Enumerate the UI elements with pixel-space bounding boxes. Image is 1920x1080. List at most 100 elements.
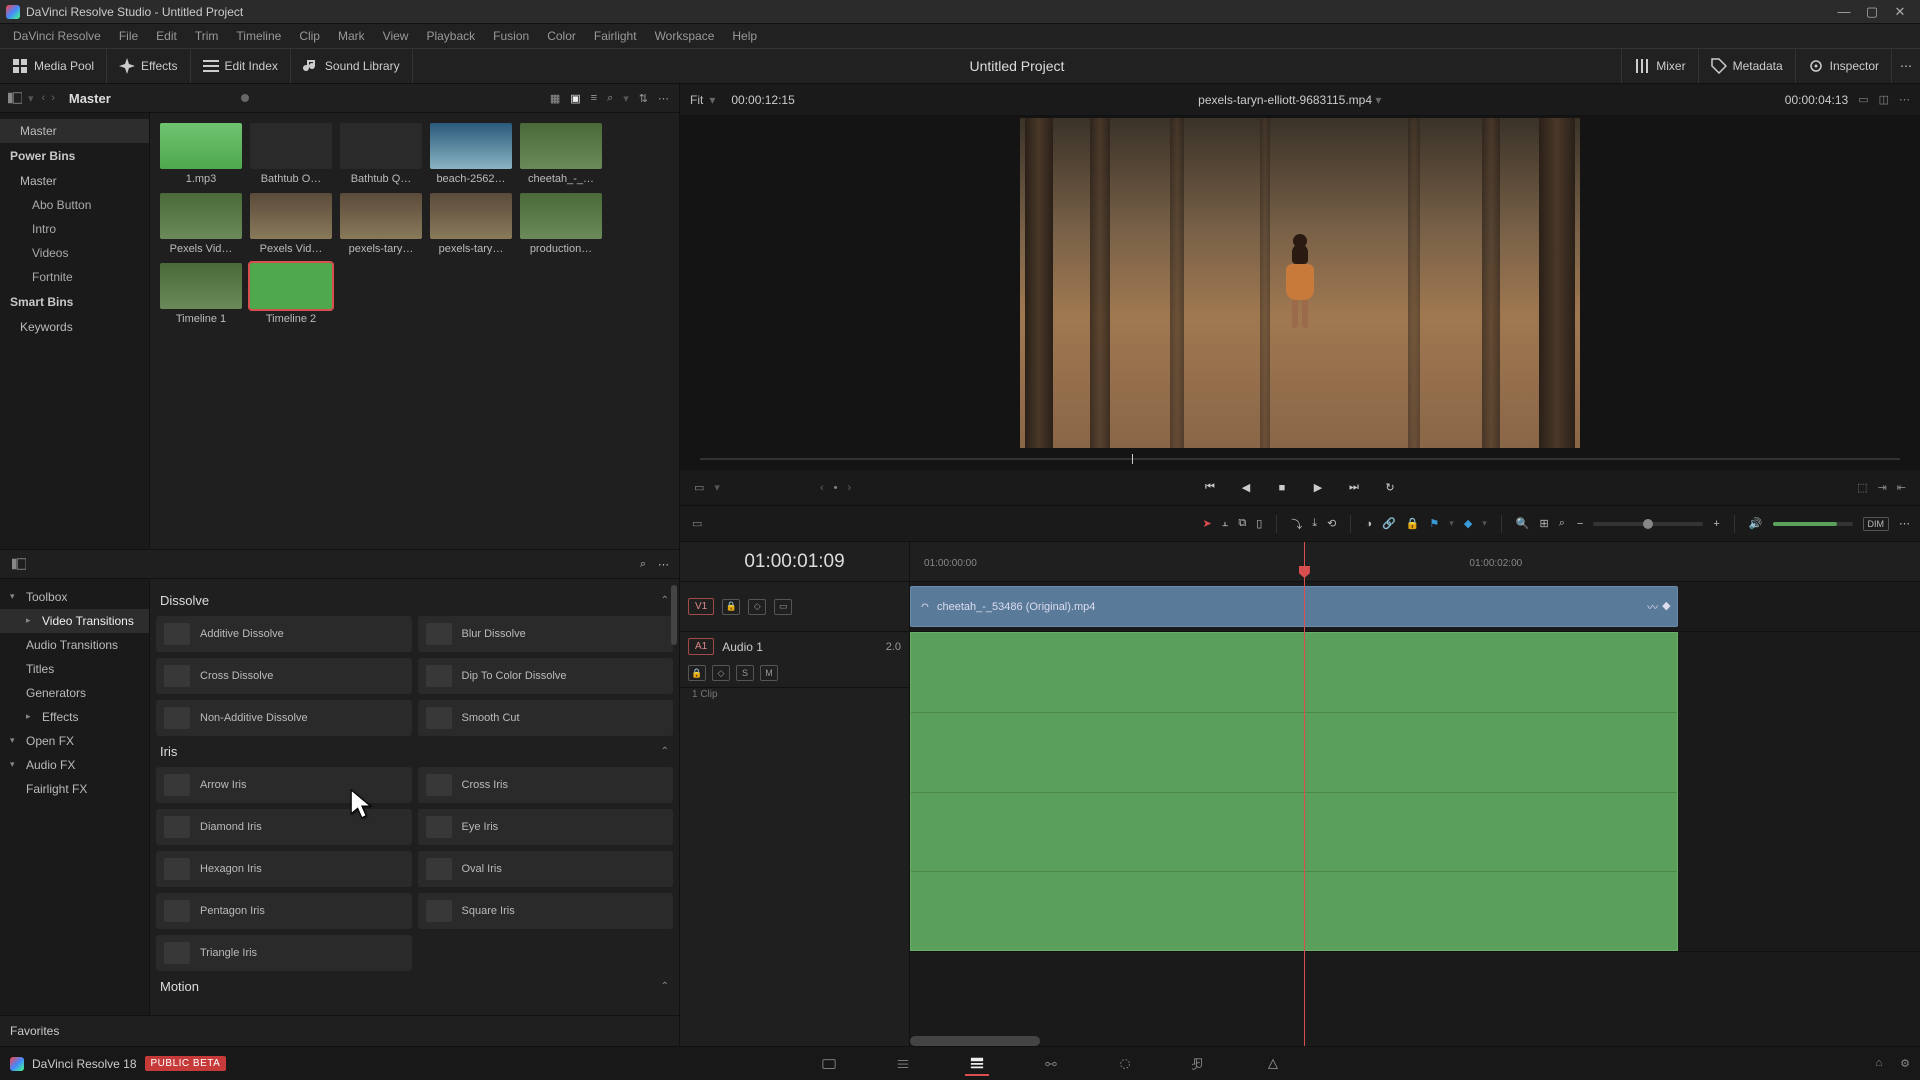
lock-icon[interactable]: 🔒 xyxy=(1406,517,1420,530)
breadcrumb[interactable]: Master xyxy=(69,91,111,106)
solo-icon[interactable]: S xyxy=(736,665,754,681)
play-button[interactable]: ▶ xyxy=(1307,477,1329,499)
dim-button[interactable]: DIM xyxy=(1863,517,1890,531)
thumbnail-view-icon[interactable]: ▣ xyxy=(570,92,580,105)
fusion-page-icon[interactable] xyxy=(1039,1052,1063,1076)
stop-button[interactable]: ■ xyxy=(1271,477,1293,499)
fx-item[interactable]: Non-Additive Dissolve xyxy=(156,700,412,736)
video-track[interactable]: cheetah_-_53486 (Original).mp4 〰 ◆ xyxy=(910,582,1920,632)
viewer-frame[interactable] xyxy=(1020,118,1580,448)
clip-thumbnail[interactable]: beach-2562… xyxy=(430,123,512,185)
go-start-button[interactable]: ⏮ xyxy=(1199,477,1221,499)
zoom-slider[interactable] xyxy=(1593,522,1703,526)
blade-tool-icon[interactable]: ▯ xyxy=(1256,517,1262,530)
bin-item[interactable]: Master xyxy=(0,169,149,193)
prev-edit-icon[interactable]: ‹ xyxy=(820,482,824,494)
timeline-timecode[interactable]: 01:00:01:09 xyxy=(680,542,909,582)
bin-master[interactable]: Master xyxy=(0,119,149,143)
media-pool-toggle[interactable]: Media Pool xyxy=(0,49,107,83)
volume-slider[interactable] xyxy=(1773,522,1853,526)
fx-category-header[interactable]: Motion⌃ xyxy=(156,971,673,1002)
options-icon[interactable]: ⋯ xyxy=(1899,93,1910,106)
deliver-page-icon[interactable] xyxy=(1261,1052,1285,1076)
favorites-header[interactable]: Favorites xyxy=(0,1015,679,1046)
effects-toggle[interactable]: Effects xyxy=(107,49,190,83)
options-icon[interactable]: ⋯ xyxy=(1899,517,1910,530)
media-page-icon[interactable] xyxy=(817,1052,841,1076)
fx-item[interactable]: Dip To Color Dissolve xyxy=(418,658,674,694)
viewer-mode-icon[interactable]: ▭ xyxy=(694,481,704,494)
menu-item[interactable]: Fusion xyxy=(484,29,538,43)
sidebar-icon[interactable] xyxy=(8,91,22,105)
go-end-button[interactable]: ⏭ xyxy=(1343,477,1365,499)
menu-item[interactable]: Trim xyxy=(186,29,228,43)
home-icon[interactable]: ⌂ xyxy=(1875,1057,1882,1070)
menu-item[interactable]: Workspace xyxy=(646,29,724,43)
list-view-icon[interactable]: ≡ xyxy=(591,92,597,105)
step-back-button[interactable]: ◀ xyxy=(1235,477,1257,499)
sort-icon[interactable]: ⇅ xyxy=(639,92,648,105)
fx-tree-node[interactable]: Titles xyxy=(0,657,149,681)
dual-viewer-icon[interactable]: ◫ xyxy=(1879,93,1889,106)
fx-tree-node[interactable]: ▾Toolbox xyxy=(0,585,149,609)
fx-tree-node[interactable]: Audio Transitions xyxy=(0,633,149,657)
clip-thumbnail[interactable]: Timeline 1 xyxy=(160,263,242,325)
back-button[interactable]: ‹ xyxy=(42,92,46,104)
clip-thumbnail[interactable]: Bathtub O… xyxy=(250,123,332,185)
clip-thumbnail[interactable]: production… xyxy=(520,193,602,255)
fx-item[interactable]: Pentagon Iris xyxy=(156,893,412,929)
minimize-button[interactable]: — xyxy=(1830,3,1858,21)
fx-item[interactable]: Triangle Iris xyxy=(156,935,412,971)
lock-track-icon[interactable]: 🔒 xyxy=(722,599,740,615)
mixer-toggle[interactable]: Mixer xyxy=(1621,49,1697,83)
fairlight-page-icon[interactable] xyxy=(1187,1052,1211,1076)
menu-item[interactable]: View xyxy=(374,29,418,43)
clip-thumbnail[interactable]: pexels-tary… xyxy=(430,193,512,255)
bin-item[interactable]: Keywords xyxy=(0,315,149,339)
custom-zoom-icon[interactable]: ⊞ xyxy=(1540,517,1549,530)
clip-thumbnail[interactable]: pexels-tary… xyxy=(340,193,422,255)
bin-item[interactable]: Fortnite xyxy=(0,265,149,289)
edit-page-icon[interactable] xyxy=(965,1052,989,1076)
menu-item[interactable]: Help xyxy=(723,29,766,43)
clip-thumbnail[interactable]: 1.mp3 xyxy=(160,123,242,185)
scrollbar[interactable] xyxy=(671,585,677,645)
zoom-out-icon[interactable]: − xyxy=(1577,518,1583,530)
zoom-tool-icon[interactable]: 🔍 xyxy=(1516,517,1530,530)
inspector-toggle[interactable]: Inspector xyxy=(1795,49,1891,83)
lock-track-icon[interactable]: 🔒 xyxy=(688,665,706,681)
close-button[interactable]: ✕ xyxy=(1886,3,1914,21)
scrollbar[interactable] xyxy=(910,1036,1040,1046)
clip-thumbnail[interactable]: Timeline 2 xyxy=(250,263,332,325)
auto-select-icon[interactable]: ◇ xyxy=(712,665,730,681)
snap-icon[interactable]: ◑ xyxy=(1365,518,1372,530)
insert-icon[interactable]: ⤵ xyxy=(1291,516,1302,532)
fx-item[interactable]: Cross Dissolve xyxy=(156,658,412,694)
flag-icon[interactable]: ⚑ xyxy=(1429,517,1439,530)
selection-tool-icon[interactable]: ➤ xyxy=(1202,517,1211,530)
video-track-badge[interactable]: V1 xyxy=(688,598,714,615)
audio-track[interactable] xyxy=(910,632,1920,952)
metadata-toggle[interactable]: Metadata xyxy=(1698,49,1795,83)
fx-tree-node[interactable]: ▾Open FX xyxy=(0,729,149,753)
menu-item[interactable]: Color xyxy=(538,29,585,43)
expand-button[interactable]: ⋯ xyxy=(1891,49,1920,83)
playhead[interactable] xyxy=(1304,542,1305,1046)
clip-thumbnail[interactable]: cheetah_-_… xyxy=(520,123,602,185)
speaker-icon[interactable]: 🔊 xyxy=(1749,517,1763,530)
link-icon[interactable]: 🔗 xyxy=(1382,517,1396,530)
fx-tree-node[interactable]: Fairlight FX xyxy=(0,777,149,801)
menu-item[interactable]: Playback xyxy=(417,29,484,43)
edit-index-toggle[interactable]: Edit Index xyxy=(191,49,291,83)
menu-item[interactable]: Fairlight xyxy=(585,29,646,43)
metadata-view-icon[interactable]: ▦ xyxy=(550,92,560,105)
cut-page-icon[interactable] xyxy=(891,1052,915,1076)
menu-item[interactable]: DaVinci Resolve xyxy=(4,29,110,43)
options-icon[interactable]: ⋯ xyxy=(658,92,669,105)
menu-item[interactable]: File xyxy=(110,29,147,43)
fx-item[interactable]: Additive Dissolve xyxy=(156,616,412,652)
bin-item[interactable]: Abo Button xyxy=(0,193,149,217)
menu-item[interactable]: Edit xyxy=(147,29,186,43)
disable-track-icon[interactable]: ▭ xyxy=(774,599,792,615)
video-clip[interactable]: cheetah_-_53486 (Original).mp4 〰 ◆ xyxy=(910,586,1678,627)
